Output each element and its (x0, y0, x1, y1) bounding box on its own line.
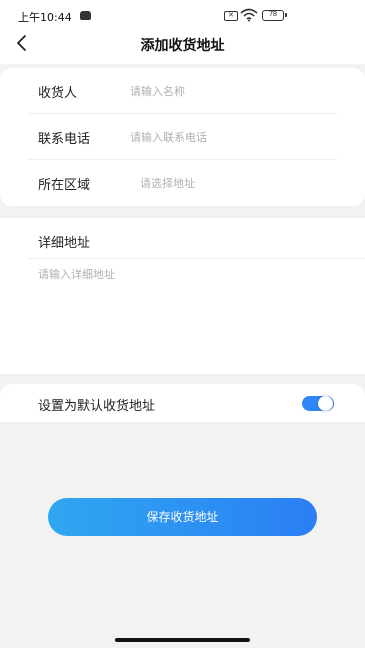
region-select[interactable] (140, 172, 310, 194)
sim-icon: ✕ (224, 11, 238, 21)
home-indicator[interactable] (115, 638, 250, 642)
detail-address-label: 详细地址 (38, 236, 91, 251)
battery-icon: 78 (262, 10, 287, 21)
region-label: 所在区域 (38, 178, 91, 193)
app-notification-icon (80, 11, 91, 20)
phone-label: 联系电话 (38, 132, 91, 147)
page-title: 添加收货地址 (140, 38, 225, 54)
default-address-row: 设置为默认收货地址 (0, 384, 365, 422)
status-bar: 上午10:44 ✕ 78 (0, 0, 365, 30)
divider (28, 258, 365, 259)
region-row[interactable]: 所在区域 (28, 160, 337, 206)
detail-address-input[interactable] (38, 266, 338, 361)
nav-bar: 添加收货地址 (0, 30, 365, 64)
save-address-button[interactable]: 保存收货地址 (48, 498, 317, 536)
default-address-label: 设置为默认收货地址 (38, 399, 156, 414)
receiver-label: 收货人 (38, 86, 78, 101)
status-time: 上午10:44 (18, 11, 72, 24)
wifi-icon (240, 8, 258, 22)
toggle-knob (318, 396, 333, 411)
receiver-row: 收货人 (28, 68, 337, 114)
phone-row: 联系电话 (28, 114, 337, 160)
detail-address-card: 详细地址 (0, 218, 365, 374)
receiver-input[interactable] (130, 80, 300, 102)
default-address-toggle[interactable] (302, 396, 334, 411)
phone-input[interactable] (130, 126, 300, 148)
address-form-card: 收货人 联系电话 所在区域 (0, 68, 365, 206)
